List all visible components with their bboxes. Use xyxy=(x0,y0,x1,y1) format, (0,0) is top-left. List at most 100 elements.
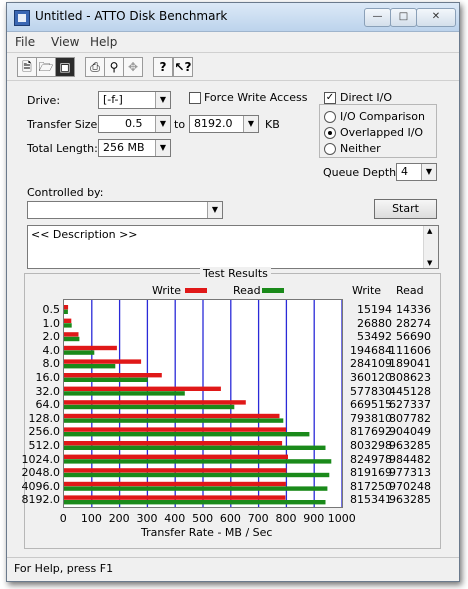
x-tick-label: 100 xyxy=(80,512,102,525)
x-tick-label: 800 xyxy=(275,512,297,525)
total-length-select[interactable]: 256 MB ▼ xyxy=(98,139,171,157)
menu-view[interactable]: View xyxy=(51,35,79,49)
x-tick-label: 600 xyxy=(219,512,241,525)
read-bar-13 xyxy=(64,486,328,491)
write-value: 817692 xyxy=(350,425,392,439)
size-label: 1.0 xyxy=(42,316,61,330)
drive-value: [-f-] xyxy=(103,93,123,106)
save-icon: ▣ xyxy=(59,60,71,74)
x-tick-label: 0 xyxy=(59,512,67,525)
x-tick-label: 900 xyxy=(303,512,325,525)
start-button-label: Start xyxy=(392,202,419,215)
read-legend-swatch xyxy=(262,288,284,293)
write-bar-4 xyxy=(64,359,142,364)
read-value: 445128 xyxy=(389,384,431,398)
help-button[interactable]: ? xyxy=(153,57,173,77)
open-button[interactable]: 🗁 xyxy=(36,57,56,77)
write-bar-7 xyxy=(64,400,246,405)
write-bar-1 xyxy=(64,318,72,323)
print-preview-icon: ⚲ xyxy=(109,60,119,74)
chevron-down-icon: ▼ xyxy=(155,140,170,156)
chevron-down-icon: ▼ xyxy=(243,116,258,132)
close-button[interactable]: ✕ xyxy=(416,8,456,27)
print-preview-button[interactable]: ⚲ xyxy=(104,57,124,77)
read-value: 14336 xyxy=(396,303,431,316)
write-value: 577830 xyxy=(350,384,392,398)
write-column-header: Write xyxy=(352,284,382,297)
description-textarea[interactable]: << Description >> ▲ ▼ xyxy=(27,225,439,269)
drive-select[interactable]: [-f-] ▼ xyxy=(98,91,171,109)
size-label: 256.0 xyxy=(28,425,61,439)
start-button[interactable]: Start xyxy=(374,199,437,219)
menu-file[interactable]: File xyxy=(15,35,35,49)
read-bar-9 xyxy=(64,432,310,437)
read-value: 984482 xyxy=(389,452,431,466)
minimize-button[interactable]: — xyxy=(364,8,391,27)
description-scrollbar[interactable]: ▲ ▼ xyxy=(423,226,438,268)
size-label: 0.5 xyxy=(42,303,61,316)
direct-io-checkbox[interactable]: ✓ xyxy=(324,92,336,104)
read-bar-6 xyxy=(64,391,185,396)
results-chart xyxy=(63,299,343,508)
size-label: 128.0 xyxy=(28,411,61,425)
read-bar-7 xyxy=(64,404,235,410)
read-bar-2 xyxy=(64,336,80,342)
write-value: 803298 xyxy=(350,439,392,452)
io-comparison-label: I/O Comparison xyxy=(340,110,425,123)
save-button[interactable]: ▣ xyxy=(55,57,75,77)
read-value: 28274 xyxy=(396,316,431,330)
direct-io-label: Direct I/O xyxy=(340,91,393,104)
overlapped-io-radio[interactable] xyxy=(324,127,336,139)
title-bar[interactable]: Untitled - ATTO Disk Benchmark — □ ✕ xyxy=(7,3,459,32)
chevron-down-icon: ▼ xyxy=(207,202,222,218)
write-value: 15194 xyxy=(357,303,392,316)
app-icon xyxy=(14,10,30,26)
open-icon: 🗁 xyxy=(38,60,54,74)
to-label: to xyxy=(174,118,186,131)
write-bar-11 xyxy=(64,454,288,459)
force-write-label: Force Write Access xyxy=(204,91,308,104)
new-button[interactable]: 🗎 xyxy=(17,57,37,77)
chevron-down-icon: ▼ xyxy=(155,116,170,132)
context-help-button[interactable]: ↖? xyxy=(173,57,193,77)
controlled-by-label: Controlled by: xyxy=(27,186,104,199)
kb-label: KB xyxy=(265,118,280,131)
read-bar-11 xyxy=(64,459,332,464)
write-bar-2 xyxy=(64,332,79,337)
read-value: 904049 xyxy=(389,425,431,439)
write-bar-9 xyxy=(64,427,286,432)
print-icon: ⎙ xyxy=(90,60,100,74)
write-value: 817250 xyxy=(350,479,392,493)
read-value: 627337 xyxy=(389,398,431,412)
read-value: 970248 xyxy=(389,479,431,493)
read-bar-5 xyxy=(64,377,148,382)
results-chart-svg xyxy=(64,300,343,507)
write-bar-13 xyxy=(64,481,286,487)
scroll-down-icon: ▼ xyxy=(427,259,433,267)
menu-help[interactable]: Help xyxy=(90,35,117,49)
transfer-from-select[interactable]: 0.5 ▼ xyxy=(98,115,171,133)
write-value: 824978 xyxy=(350,452,392,466)
controlled-by-select[interactable]: ▼ xyxy=(27,201,223,219)
new-icon: 🗎 xyxy=(22,60,32,74)
queue-depth-select[interactable]: 4 ▼ xyxy=(396,163,437,181)
chevron-down-icon: ▼ xyxy=(421,164,436,180)
read-bar-4 xyxy=(64,364,116,369)
size-label: 512.0 xyxy=(28,439,61,452)
read-value: 963285 xyxy=(389,439,431,452)
write-value: 26880 xyxy=(357,316,392,330)
neither-radio[interactable] xyxy=(324,143,336,155)
print-button[interactable]: ⎙ xyxy=(85,57,105,77)
check-icon: ✓ xyxy=(325,92,335,103)
drive-label: Drive: xyxy=(27,94,61,107)
size-label: 32.0 xyxy=(35,384,61,398)
maximize-button[interactable]: □ xyxy=(390,8,417,27)
size-label: 1024.0 xyxy=(21,452,61,466)
io-comparison-radio[interactable] xyxy=(324,111,336,123)
x-tick-label: 1000 xyxy=(327,512,356,525)
read-bar-8 xyxy=(64,418,284,423)
write-value: 669515 xyxy=(350,398,392,412)
move-button[interactable]: ✥ xyxy=(123,57,143,77)
force-write-checkbox[interactable] xyxy=(189,92,201,104)
transfer-to-select[interactable]: 8192.0 ▼ xyxy=(189,115,259,133)
